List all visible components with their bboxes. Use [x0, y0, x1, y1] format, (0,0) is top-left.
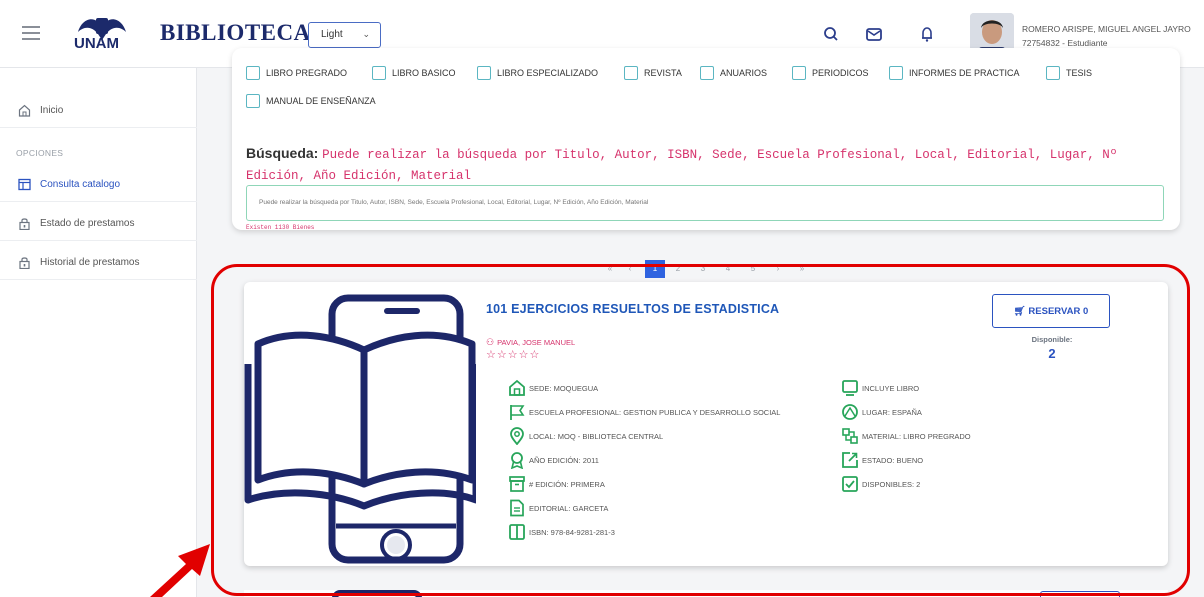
sidebar-item-label: Consulta catalogo [40, 179, 121, 190]
sidebar-item-estado-prestamos[interactable]: Estado de prestamos [0, 205, 197, 241]
user-name: ROMERO ARISPE, MIGUEL ANGEL JAYRO [1022, 24, 1191, 34]
checkbox-box[interactable] [889, 66, 903, 80]
search-input[interactable]: Puede realizar la búsqueda por Titulo, A… [246, 185, 1164, 221]
sidebar-section-title: OPCIONES [16, 148, 64, 158]
checkbox-box[interactable] [624, 66, 638, 80]
arrow-icon [150, 544, 210, 597]
theme-select[interactable]: Light ⌄ [308, 22, 381, 48]
theme-select-value: Light [321, 29, 343, 40]
checkbox-box[interactable] [792, 66, 806, 80]
search-hint: Puede realizar la búsqueda por Titulo, A… [246, 148, 1118, 183]
menu-icon[interactable] [22, 26, 40, 40]
sidebar: Inicio OPCIONES Consulta catalogo Estado… [0, 68, 197, 597]
highlight-outline [211, 264, 1190, 596]
checkbox-label: MANUAL DE ENSEÑANZA [266, 96, 376, 106]
mail-icon[interactable] [865, 25, 883, 43]
checkbox-label: INFORMES DE PRACTICA [909, 68, 1020, 78]
checkbox-box[interactable] [246, 66, 260, 80]
checkbox-label: PERIODICOS [812, 68, 869, 78]
catalog-icon [18, 178, 31, 191]
sidebar-item-label: Estado de prestamos [40, 218, 135, 229]
search-label: Búsqueda: [246, 145, 319, 161]
user-code: 72754832 - Estudiante [1022, 38, 1108, 48]
sidebar-item-historial-prestamos[interactable]: Historial de prestamos [0, 244, 197, 280]
search-placeholder: Puede realizar la búsqueda por Titulo, A… [259, 199, 649, 206]
search-instructions: Búsqueda: Puede realizar la búsqueda por… [246, 143, 1166, 186]
brand-title: BIBLIOTECA [160, 20, 311, 45]
filter-card: LIBRO PREGRADO LIBRO BASICO LIBRO ESPECI… [232, 48, 1180, 231]
lock-icon [19, 257, 30, 269]
sidebar-item-label: Historial de prestamos [40, 257, 140, 268]
checkbox-box[interactable] [477, 66, 491, 80]
checkbox-label: REVISTA [644, 68, 682, 78]
bell-icon[interactable] [918, 25, 936, 43]
checkbox-label: LIBRO BASICO [392, 68, 456, 78]
results-count: Existen 1130 Bienes [246, 224, 315, 231]
home-icon [18, 104, 31, 117]
sidebar-item-label: Inicio [40, 105, 64, 116]
checkbox-label: LIBRO ESPECIALIZADO [497, 68, 599, 78]
chevron-down-icon: ⌄ [362, 29, 370, 39]
checkbox-box[interactable] [1046, 66, 1060, 80]
checkbox-label: LIBRO PREGRADO [266, 68, 348, 78]
checkbox-box[interactable] [246, 94, 260, 108]
sidebar-item-consulta-catalogo[interactable]: Consulta catalogo [0, 166, 197, 202]
checkbox-box[interactable] [372, 66, 386, 80]
checkbox-label: TESIS [1066, 68, 1093, 78]
search-icon[interactable] [822, 25, 840, 43]
checkbox-box[interactable] [700, 66, 714, 80]
sidebar-item-inicio[interactable]: Inicio [0, 92, 197, 128]
checkbox-label: ANUARIOS [720, 68, 768, 78]
lock-icon [19, 218, 30, 230]
logo-text: UNAM [74, 35, 119, 52]
